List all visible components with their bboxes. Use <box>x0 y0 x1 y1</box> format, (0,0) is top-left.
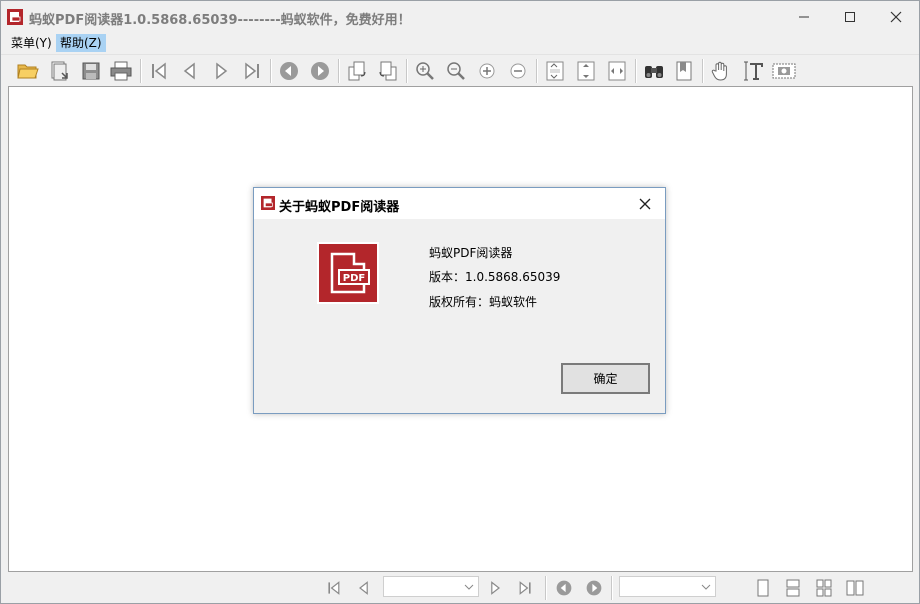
open-button[interactable] <box>15 58 41 84</box>
first-page-button[interactable] <box>146 58 172 84</box>
status-prev-page-button[interactable] <box>352 576 376 600</box>
minimize-button[interactable] <box>781 1 827 33</box>
copyright-text: 版权所有：蚂蚁软件 <box>429 295 538 309</box>
chevron-down-icon[interactable] <box>460 577 478 596</box>
rotate-right-button[interactable] <box>375 58 401 84</box>
about-dialog-close-button[interactable] <box>635 194 655 214</box>
close-button[interactable] <box>873 1 919 33</box>
close-icon <box>639 198 651 210</box>
status-forward-button[interactable] <box>582 576 606 600</box>
status-back-button[interactable] <box>552 576 576 600</box>
close-icon <box>890 11 902 23</box>
back-button[interactable] <box>276 58 302 84</box>
open-folder-icon <box>17 64 39 79</box>
maximize-icon <box>845 12 855 22</box>
product-name: 蚂蚁PDF阅读器 <box>429 246 513 260</box>
status-bar <box>1 572 919 603</box>
text-select-icon <box>744 61 763 81</box>
rotate-right-icon <box>379 61 397 81</box>
chevron-down-icon[interactable] <box>697 577 715 596</box>
continuous-view-button[interactable] <box>781 576 805 600</box>
fit-width-button[interactable] <box>604 58 630 84</box>
zoom-plus-icon <box>479 63 495 79</box>
first-page-icon <box>328 581 340 595</box>
zoom-out-button[interactable] <box>443 58 469 84</box>
single-page-icon <box>757 579 769 597</box>
fit-page-icon <box>577 61 595 81</box>
fit-width-icon <box>608 61 626 81</box>
zoom-in-icon <box>416 62 434 80</box>
single-page-view-button[interactable] <box>751 576 775 600</box>
hand-tool-button[interactable] <box>708 58 734 84</box>
prev-page-icon <box>359 581 368 595</box>
hand-tool-icon <box>711 61 727 81</box>
about-dialog-title: 关于蚂蚁PDF阅读器 <box>279 200 400 215</box>
facing-view-button[interactable] <box>843 576 867 600</box>
forward-icon <box>586 580 602 596</box>
menu-bar: 菜单(Y) 帮助(Z) <box>1 33 919 53</box>
next-page-icon <box>216 62 228 80</box>
first-page-icon <box>152 62 166 80</box>
text-select-button[interactable] <box>740 58 766 84</box>
save-as-icon <box>51 61 68 81</box>
window-title: 蚂蚁PDF阅读器1.0.5868.65039--------蚂蚁软件，免费好用！ <box>29 13 411 28</box>
prev-page-icon <box>183 62 195 80</box>
last-page-icon <box>519 581 531 595</box>
zoom-combo[interactable] <box>619 576 716 597</box>
version-text: 版本：1.0.5868.65039 <box>429 270 561 284</box>
zoom-plus-button[interactable] <box>474 58 500 84</box>
forward-button[interactable] <box>307 58 333 84</box>
zoom-minus-icon <box>510 63 526 79</box>
title-bar[interactable]: 蚂蚁PDF阅读器1.0.5868.65039--------蚂蚁软件，免费好用！ <box>1 1 919 33</box>
last-page-icon <box>245 62 259 80</box>
toolbar <box>1 54 919 86</box>
logo-text: PDF <box>343 273 365 284</box>
snapshot-icon <box>772 63 796 79</box>
zoom-minus-button[interactable] <box>505 58 531 84</box>
two-page-icon <box>846 580 864 596</box>
pdf-app-icon <box>7 9 23 25</box>
bookmark-button[interactable] <box>671 58 697 84</box>
status-next-page-button[interactable] <box>483 576 507 600</box>
print-icon <box>110 61 132 81</box>
continuous-page-icon <box>786 579 800 597</box>
pdf-app-icon <box>261 196 275 210</box>
rotate-left-button[interactable] <box>344 58 370 84</box>
facing-continuous-view-button[interactable] <box>812 576 836 600</box>
about-dialog-title-bar[interactable]: 关于蚂蚁PDF阅读器 <box>254 188 665 219</box>
about-dialog: 关于蚂蚁PDF阅读器 PDF 蚂蚁PDF阅读器 版本：1.0.5868.6503… <box>253 187 666 414</box>
zoom-in-button[interactable] <box>412 58 438 84</box>
forward-icon <box>311 62 329 80</box>
minimize-icon <box>799 16 809 18</box>
ok-button[interactable]: 确定 <box>561 363 650 394</box>
actual-size-icon <box>546 61 564 81</box>
status-last-page-button[interactable] <box>513 576 537 600</box>
grid-pages-icon <box>816 579 832 597</box>
save-icon <box>82 62 100 80</box>
find-icon <box>645 66 663 78</box>
product-logo: PDF <box>317 242 379 304</box>
last-page-button[interactable] <box>239 58 265 84</box>
fit-page-button[interactable] <box>573 58 599 84</box>
actual-size-button[interactable] <box>542 58 568 84</box>
menu-item-menu[interactable]: 菜单(Y) <box>7 34 56 52</box>
rotate-left-icon <box>348 61 366 81</box>
back-icon <box>280 62 298 80</box>
zoom-out-icon <box>447 62 465 80</box>
save-as-button[interactable] <box>47 58 73 84</box>
menu-item-help[interactable]: 帮助(Z) <box>56 34 106 52</box>
save-button[interactable] <box>78 58 104 84</box>
back-icon <box>556 580 572 596</box>
print-button[interactable] <box>108 58 134 84</box>
snapshot-button[interactable] <box>771 58 797 84</box>
next-page-icon <box>491 581 500 595</box>
prev-page-button[interactable] <box>177 58 203 84</box>
bookmark-icon <box>676 61 692 81</box>
maximize-button[interactable] <box>827 1 873 33</box>
status-first-page-button[interactable] <box>322 576 346 600</box>
find-button[interactable] <box>641 58 667 84</box>
page-number-combo[interactable] <box>383 576 479 597</box>
next-page-button[interactable] <box>208 58 234 84</box>
